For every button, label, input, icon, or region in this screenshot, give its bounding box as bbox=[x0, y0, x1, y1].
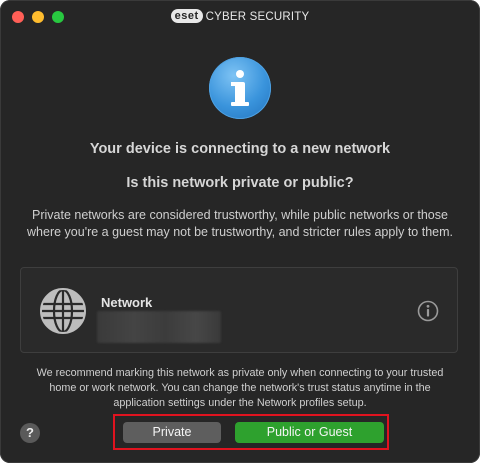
recommendation-note: We recommend marking this network as pri… bbox=[36, 367, 444, 409]
public-or-guest-button[interactable]: Public or Guest bbox=[235, 422, 384, 443]
globe-icon bbox=[40, 288, 86, 334]
network-panel: Network bbox=[20, 267, 458, 353]
private-button[interactable]: Private bbox=[123, 422, 221, 443]
info-icon bbox=[209, 57, 271, 119]
dialog-question: Is this network private or public? bbox=[126, 175, 354, 191]
dialog-window: eset CYBER SECURITY Your device is connec… bbox=[0, 0, 480, 463]
help-button[interactable]: ? bbox=[20, 423, 40, 443]
title-bar: eset CYBER SECURITY bbox=[0, 0, 480, 36]
brand-text: CYBER SECURITY bbox=[205, 11, 310, 23]
dialog-description: Private networks are considered trustwor… bbox=[27, 208, 453, 239]
network-name-redacted bbox=[97, 311, 221, 343]
eset-logo: eset bbox=[170, 9, 203, 23]
network-label: Network bbox=[101, 295, 153, 310]
app-brand: eset CYBER SECURITY bbox=[0, 9, 480, 23]
info-circle-icon[interactable] bbox=[417, 300, 439, 322]
dialog-heading: Your device is connecting to a new netwo… bbox=[89, 141, 391, 157]
